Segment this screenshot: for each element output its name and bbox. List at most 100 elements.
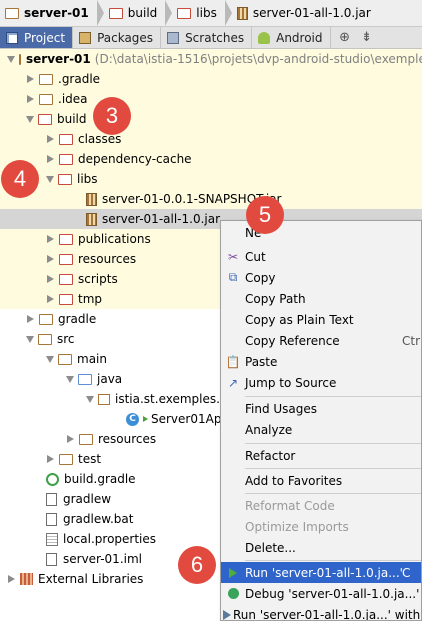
source-folder-icon <box>78 373 92 385</box>
breadcrumb-label: server-01-all-1.0.jar <box>252 6 371 20</box>
tree-row[interactable]: server-01-0.0.1-SNAPSHOT.jar <box>0 189 422 209</box>
project-folder-icon <box>5 7 19 19</box>
menu-item-copy-reference[interactable]: Copy Reference Ctrl <box>221 330 422 351</box>
expand-arrow-icon[interactable] <box>46 355 54 363</box>
breadcrumb-label: server-01 <box>24 6 89 20</box>
menu-item-icon <box>223 398 243 419</box>
menu-item-label: Optimize Imports <box>245 519 349 534</box>
breadcrumb-item-libs[interactable]: libs <box>172 0 223 26</box>
collapse-all-icon[interactable]: ⇟ <box>359 27 375 48</box>
jar-icon <box>86 192 97 206</box>
menu-item-run-with-coverage[interactable]: Run 'server-01-all-1.0.ja...' with Co <box>221 604 421 620</box>
menu-item-analyze[interactable]: Analyze <box>221 419 421 440</box>
menu-item-cut[interactable]: ✂ Cut <box>221 246 421 267</box>
collapsed-arrow-icon[interactable] <box>27 315 34 323</box>
folder-icon <box>59 273 73 285</box>
menu-item-reformat-code: Reformat Code <box>221 495 421 516</box>
collapsed-arrow-icon[interactable] <box>47 135 54 143</box>
expand-arrow-icon[interactable] <box>46 175 54 183</box>
collapsed-arrow-icon[interactable] <box>27 95 34 103</box>
folder-icon <box>59 233 73 245</box>
tree-node-label: gradlew.bat <box>63 512 134 526</box>
tree-row[interactable]: .gradle <box>0 69 422 89</box>
menu-item-debug[interactable]: Debug 'server-01-all-1.0.ja...' <box>221 583 421 604</box>
menu-item-icon <box>223 445 243 466</box>
menu-item-icon <box>223 495 243 516</box>
gradle-icon <box>46 472 59 486</box>
menu-item-shortcut: Ctrl <box>402 333 422 348</box>
breadcrumb-item-build[interactable]: build <box>104 0 164 26</box>
folder-icon <box>58 353 72 365</box>
tree-row-root[interactable]: server-01 (D:\data\istia-1516\projets\dv… <box>0 49 422 69</box>
menu-item-copy-path[interactable]: Copy Path <box>221 288 421 309</box>
tree-node-label: .gradle <box>58 72 101 86</box>
expand-arrow-icon[interactable] <box>86 395 94 403</box>
expand-arrow-icon[interactable] <box>26 335 34 343</box>
jump-to-source-icon: ↗ <box>227 375 239 390</box>
tree-node-label: local.properties <box>63 532 157 546</box>
menu-item-refactor[interactable]: Refactor <box>221 445 421 466</box>
tree-node-label: java <box>97 372 123 386</box>
menu-item-copy[interactable]: ⧉ Copy <box>221 267 421 288</box>
tree-node-label: server-01 <box>26 52 91 66</box>
tree-node-label: External Libraries <box>38 572 144 586</box>
menu-item-jump-to-source[interactable]: ↗ Jump to Source <box>221 372 421 393</box>
menu-separator <box>245 493 421 494</box>
menu-item-run[interactable]: Run 'server-01-all-1.0.ja...' C <box>221 562 421 583</box>
breadcrumb-item-jar[interactable]: server-01-all-1.0.jar <box>232 0 377 26</box>
menu-item-add-to-favorites[interactable]: Add to Favorites <box>221 470 421 491</box>
menu-item-label: Copy Path <box>245 291 306 306</box>
folder-icon <box>39 73 53 85</box>
breadcrumb-item-server-01[interactable]: server-01 <box>0 0 95 26</box>
tree-node-label: resources <box>78 252 137 266</box>
menu-separator <box>245 396 421 397</box>
project-path: (D:\data\istia-1516\projets\dvp-android-… <box>94 52 422 66</box>
expand-arrow-icon[interactable] <box>7 55 15 63</box>
collapsed-arrow-icon[interactable] <box>27 75 34 83</box>
collapsed-arrow-icon[interactable] <box>47 455 54 463</box>
tool-window-tabs: Project Packages Scratches Android ⊕ ⇟ <box>0 27 422 49</box>
menu-item-label: Add to Favorites <box>245 473 343 488</box>
collapsed-arrow-icon[interactable] <box>8 575 15 583</box>
tree-row[interactable]: .idea <box>0 89 422 109</box>
tab-project[interactable]: Project <box>0 27 74 48</box>
collapsed-arrow-icon[interactable] <box>47 295 54 303</box>
module-folder-icon <box>19 53 21 65</box>
tree-row[interactable]: build <box>0 109 422 129</box>
tree-node-label: istia.st.exemples.a <box>115 392 228 406</box>
tree-row[interactable]: classes <box>0 129 422 149</box>
expand-arrow-icon[interactable] <box>26 115 34 123</box>
tree-row[interactable]: dependency-cache <box>0 149 422 169</box>
collapsed-arrow-icon[interactable] <box>47 235 54 243</box>
tree-node-label: publications <box>78 232 151 246</box>
annotation-badge-5: 5 <box>246 196 284 234</box>
menu-item-icon <box>223 516 243 537</box>
tree-row[interactable]: libs <box>0 169 422 189</box>
collapsed-arrow-icon[interactable] <box>67 435 74 443</box>
menu-item-copy-plain-text[interactable]: Copy as Plain Text <box>221 309 421 330</box>
menu-item-label: Cut <box>245 249 266 264</box>
file-icon <box>46 512 57 526</box>
locate-icon[interactable]: ⊕ <box>337 27 353 48</box>
tab-scratches[interactable]: Scratches <box>161 27 253 48</box>
collapsed-arrow-icon[interactable] <box>47 255 54 263</box>
menu-separator <box>245 468 421 469</box>
tree-node-label: build.gradle <box>64 472 136 486</box>
menu-item-label: Refactor <box>245 448 296 463</box>
tab-android[interactable]: Android <box>252 27 331 48</box>
breadcrumb-separator <box>224 0 232 26</box>
folder-icon <box>108 7 123 19</box>
expand-arrow-icon[interactable] <box>66 375 74 383</box>
jar-icon <box>236 6 248 20</box>
tree-node-label: Server01Ap <box>151 412 222 426</box>
tab-packages[interactable]: Packages <box>73 27 162 48</box>
annotation-badge-4: 4 <box>1 160 39 198</box>
menu-item-delete[interactable]: Delete... <box>221 537 421 558</box>
collapsed-arrow-icon[interactable] <box>47 155 54 163</box>
menu-item-find-usages[interactable]: Find Usages <box>221 398 421 419</box>
tree-node-label: main <box>77 352 107 366</box>
file-icon <box>46 492 57 506</box>
collapsed-arrow-icon[interactable] <box>47 275 54 283</box>
menu-item-paste[interactable]: 📋 Paste <box>221 351 421 372</box>
breadcrumb-separator <box>96 0 104 26</box>
